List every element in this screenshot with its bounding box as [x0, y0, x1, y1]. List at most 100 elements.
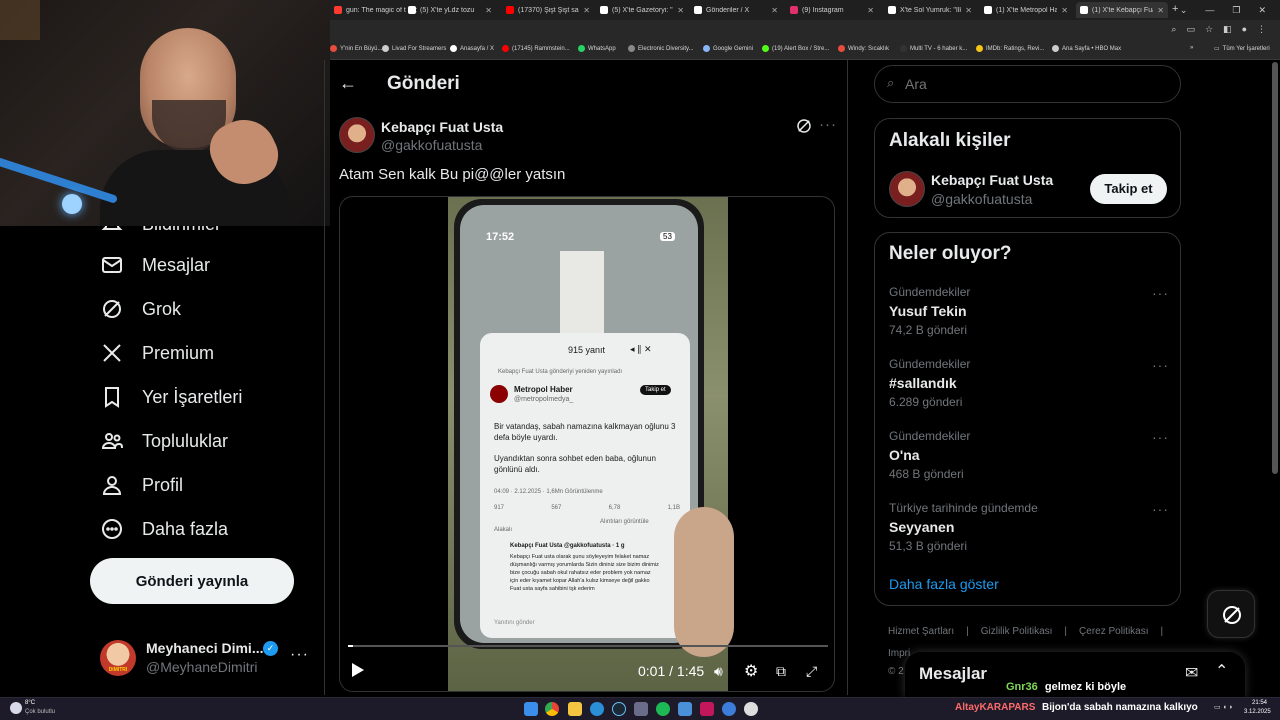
play-icon[interactable] — [352, 663, 364, 677]
tab-close-icon[interactable]: ✕ — [677, 6, 684, 15]
minimize-icon[interactable]: — — [1205, 5, 1214, 15]
steam-icon[interactable] — [612, 702, 626, 716]
bookmark-item[interactable]: Y'nin En Büyü... — [330, 45, 383, 52]
bookmark-item[interactable]: Multi TV - 6 haber k... — [900, 45, 967, 52]
nav-communities[interactable]: Topluluklar — [100, 421, 228, 461]
tab-close-icon[interactable]: ✕ — [485, 6, 492, 15]
settings-icon[interactable]: ⚙ — [744, 661, 758, 681]
bookmark-item[interactable]: Windy: Sıcaklık — [838, 45, 889, 52]
tab-search-icon[interactable]: ⌄ — [1180, 5, 1188, 16]
bookmark-item[interactable]: (17145) Rammstein... — [502, 45, 570, 52]
browser-icon[interactable] — [722, 702, 736, 716]
nav-grok[interactable]: Grok — [100, 289, 181, 329]
obs-icon[interactable] — [700, 702, 714, 716]
browser-tab[interactable]: (5) X'te yLdz tozu ✕ — [404, 2, 496, 18]
restore-icon[interactable]: ❐ — [1232, 5, 1240, 16]
bookmark-item[interactable]: Anasayfa / X — [450, 45, 494, 52]
grok-action-icon[interactable] — [795, 117, 813, 140]
all-bookmarks[interactable]: ▭ Tüm Yer İşaretleri — [1214, 45, 1270, 53]
tab-close-icon[interactable]: ✕ — [1061, 6, 1068, 15]
start-icon[interactable] — [524, 702, 538, 716]
fullscreen-icon[interactable]: ⤢ — [806, 663, 817, 680]
tab-close-icon[interactable]: ✕ — [1157, 6, 1164, 15]
expand-icon[interactable]: ⌃ — [1215, 661, 1228, 681]
bookmark-item[interactable]: IMDb: Ratings, Revi... — [976, 45, 1044, 52]
ticker-text: Bijon'da sabah namazına kalkıyo — [1042, 702, 1198, 713]
trend-item[interactable]: Gündemdekiler Yusuf Tekin 74,2 B gönderi… — [889, 285, 1169, 337]
trend-item[interactable]: Gündemdekiler #sallandık 6.289 gönderi ·… — [889, 357, 1169, 409]
trend-item[interactable]: Türkiye tarihinde gündemde Seyyanen 51,3… — [889, 501, 1169, 553]
search-input[interactable] — [905, 74, 1165, 94]
footer-terms[interactable]: Hizmet Şartları — [888, 626, 954, 637]
explorer-icon[interactable] — [568, 702, 582, 716]
tab-close-icon[interactable]: ✕ — [965, 6, 972, 15]
browser-tab[interactable]: (9) Instagram ✕ — [786, 2, 878, 18]
browser-tab[interactable]: X'te Sol Yumruk: "İlk s✕ — [884, 2, 976, 18]
profile-avatar-icon[interactable]: ● — [1242, 24, 1247, 35]
tab-close-icon[interactable]: ✕ — [771, 6, 778, 15]
tweet-handle[interactable]: @gakkofuatusta — [381, 137, 482, 153]
bookmark-star-icon[interactable]: ☆ — [1205, 24, 1213, 35]
spotify-icon[interactable] — [656, 702, 670, 716]
tray-icons[interactable]: ▭ ◖ ◗ — [1214, 703, 1233, 711]
browser-tab[interactable]: (1) X'te Kebapçı Fuat U ✕ — [1076, 2, 1168, 18]
bookmark-item[interactable]: (19) Alert Box / Stre... — [762, 45, 829, 52]
nav-more[interactable]: Daha fazla — [100, 509, 228, 549]
follow-button[interactable]: Takip et — [1090, 174, 1167, 204]
new-message-icon[interactable]: ✉ — [1185, 663, 1198, 683]
new-tab-button[interactable]: + — [1172, 3, 1178, 15]
edge-icon[interactable] — [590, 702, 604, 716]
tweet-author[interactable]: Kebapçı Fuat Usta — [381, 119, 503, 135]
search-box[interactable]: ⌕ — [874, 65, 1181, 103]
grok-floating-button[interactable] — [1207, 590, 1255, 638]
tweet-more-icon[interactable]: ··· — [819, 116, 837, 133]
account-switcher[interactable]: DIMITRI Meyhaneci Dimi... ✓ @MeyhaneDimi… — [100, 636, 310, 680]
footer-privacy[interactable]: Gizlilik Politikası — [981, 626, 1053, 637]
show-more-link[interactable]: Daha fazla göster — [889, 576, 999, 592]
trend-more-icon[interactable]: ··· — [1152, 429, 1169, 445]
page-scrollbar[interactable] — [1272, 62, 1278, 474]
video-player[interactable]: 17:52 53 915 yanıt ◂ ∥ ✕ Kebapçı Fuat Us… — [339, 196, 835, 692]
volume-icon[interactable]: 🔊︎ — [714, 663, 723, 680]
cast-icon[interactable]: ▭ — [1186, 24, 1195, 35]
back-arrow-icon[interactable]: ← — [339, 73, 357, 94]
nav-messages[interactable]: Mesajlar — [100, 245, 210, 285]
openai-icon[interactable] — [744, 702, 758, 716]
bookmark-item[interactable]: WhatsApp — [578, 45, 616, 52]
video-progress-track[interactable] — [348, 645, 828, 647]
browser-tab[interactable]: (17370) Şişt Şişt sakin ✕ — [502, 2, 594, 18]
tab-close-icon[interactable]: ✕ — [867, 6, 874, 15]
footer-imprint[interactable]: Impri — [888, 648, 910, 659]
trend-more-icon[interactable]: ··· — [1152, 285, 1169, 301]
pip-icon[interactable]: ⧉ — [776, 663, 786, 680]
store-icon[interactable] — [678, 702, 692, 716]
bookmark-item[interactable]: Livad For Streamers — [382, 45, 446, 52]
trend-item[interactable]: Gündemdekiler O'na 468 B gönderi ··· — [889, 429, 1169, 481]
tweet-avatar[interactable] — [339, 117, 375, 153]
trend-more-icon[interactable]: ··· — [1152, 357, 1169, 373]
app-icon[interactable] — [634, 702, 648, 716]
zoom-icon[interactable]: ⌕ — [1171, 24, 1176, 35]
browser-tab[interactable]: Gönderiler / X ✕ — [690, 2, 782, 18]
trend-more-icon[interactable]: ··· — [1152, 501, 1169, 517]
browser-tab[interactable]: (1) X'te Metropol Hab ✕ — [980, 2, 1072, 18]
tab-close-icon[interactable]: ✕ — [583, 6, 590, 15]
bookmark-item[interactable]: Google Gemini — [703, 45, 753, 52]
menu-kebab-icon[interactable]: ⋮ — [1257, 24, 1266, 35]
browser-tab[interactable]: (5) X'te Gazetoryi: "iPh ✕ — [596, 2, 688, 18]
nav-profile[interactable]: Profil — [100, 465, 183, 505]
close-window-icon[interactable]: ✕ — [1258, 5, 1266, 16]
account-more-icon[interactable]: ··· — [290, 646, 309, 664]
related-name[interactable]: Kebapçı Fuat Usta — [931, 172, 1053, 188]
bookmark-item[interactable]: Ana Sayfa • HBO Max — [1052, 45, 1121, 52]
related-title: Alakalı kişiler — [889, 130, 1011, 151]
bookmark-overflow[interactable]: » — [1190, 45, 1193, 51]
nav-bookmarks[interactable]: Yer İşaretleri — [100, 377, 242, 417]
footer-cookies[interactable]: Çerez Politikası — [1079, 626, 1148, 637]
related-avatar[interactable] — [889, 171, 925, 207]
chrome-icon[interactable] — [545, 702, 559, 716]
nav-premium[interactable]: Premium — [100, 333, 214, 373]
post-button[interactable]: Gönderi yayınla — [90, 558, 294, 604]
bookmark-item[interactable]: Electronic Diversity... — [628, 45, 694, 52]
extension-icon[interactable]: ◧ — [1223, 24, 1232, 35]
